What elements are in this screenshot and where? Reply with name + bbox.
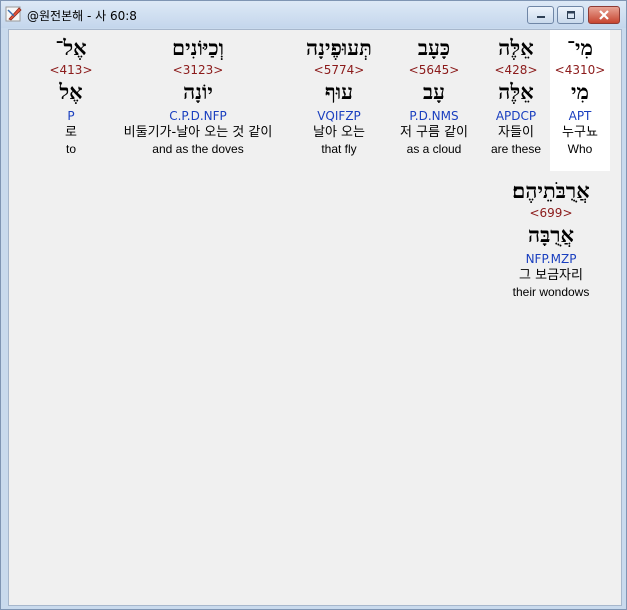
english-gloss: Who — [567, 142, 593, 156]
strong-number[interactable]: <5774> — [289, 62, 389, 78]
grammar-code: APDCP — [495, 109, 537, 123]
strong-number[interactable]: <4310> — [550, 62, 610, 78]
minimize-button[interactable] — [527, 6, 554, 24]
strong-number[interactable]: <3123> — [103, 62, 293, 78]
hebrew-lemma: מִי — [571, 79, 589, 104]
hebrew-lemma: עוּף — [324, 79, 354, 104]
hebrew-word: תְּעוּפֶינָה — [306, 35, 372, 60]
strong-number[interactable]: <428> — [481, 62, 551, 78]
korean-gloss: 비둘기가-날아 오는 것 같이 — [123, 125, 273, 140]
word-column-and-as-the-doves[interactable]: וְכַיּוֹנִים <3123> יוֹנָה C.P.D.NFP 비둘기… — [103, 30, 293, 157]
minimize-icon — [536, 16, 545, 18]
close-icon — [599, 10, 609, 20]
english-gloss: their wondows — [512, 285, 590, 299]
hebrew-lemma: אֵלֶּה — [498, 79, 534, 104]
strong-number[interactable]: <413> — [46, 62, 96, 78]
korean-gloss: 그 보금자리 — [519, 268, 583, 283]
strong-number[interactable]: <5645> — [384, 62, 484, 78]
word-column-their-windows[interactable]: אֲרֻבֹּתֵיהֶם׃ <699> אֲרֻבָּה NFP.MZP 그 … — [496, 173, 606, 300]
hebrew-lemma: אֲרֻבָּה — [528, 222, 574, 247]
hebrew-lemma: עָב — [422, 79, 445, 104]
close-button[interactable] — [588, 6, 620, 24]
interlinear-panel: מִי־ <4310> מִי APT 누구뇨 Who אֵלֶּה <428>… — [8, 29, 622, 606]
maximize-icon — [566, 11, 575, 19]
hebrew-word: אֶל־ — [55, 35, 87, 60]
hebrew-word: כָּעָב — [417, 35, 451, 60]
korean-gloss: 로 — [65, 125, 77, 140]
hebrew-word: אֲרֻבֹּתֵיהֶם׃ — [512, 178, 590, 203]
grammar-code: P — [67, 109, 75, 123]
hebrew-word: מִי־ — [567, 35, 593, 60]
hebrew-word: וְכַיּוֹנִים — [172, 35, 224, 60]
grammar-code: NFP.MZP — [525, 252, 577, 266]
korean-gloss: 저 구름 같이 — [399, 125, 469, 140]
english-gloss: to — [65, 142, 76, 156]
english-gloss: and as the doves — [152, 142, 244, 156]
strong-number[interactable]: <699> — [496, 205, 606, 221]
korean-gloss: 날아 오는 — [313, 125, 365, 140]
english-gloss: are these — [490, 142, 542, 156]
grammar-code: VQIFZP — [317, 109, 361, 123]
hebrew-lemma: אֶל — [59, 79, 83, 104]
window-title: @원전본해 - 사 60:8 — [27, 9, 137, 23]
word-column-are-these[interactable]: אֵלֶּה <428> אֵלֶּה APDCP 자들이 are these — [481, 30, 551, 157]
app-window: @원전본해 - 사 60:8 מִי־ <4310> מִי APT 누구뇨 W… — [0, 0, 627, 610]
hebrew-word: אֵלֶּה — [498, 35, 534, 60]
word-column-to[interactable]: אֶל־ <413> אֶל P 로 to — [46, 30, 96, 157]
hebrew-lemma: יוֹנָה — [183, 79, 213, 104]
grammar-code: C.P.D.NFP — [169, 109, 227, 123]
english-gloss: that fly — [321, 142, 357, 156]
word-column-as-a-cloud[interactable]: כָּעָב <5645> עָב P.D.NMS 저 구름 같이 as a c… — [384, 30, 484, 157]
word-column-that-fly[interactable]: תְּעוּפֶינָה <5774> עוּף VQIFZP 날아 오는 th… — [289, 30, 389, 157]
app-icon — [5, 5, 23, 23]
korean-gloss: 누구뇨 — [562, 125, 598, 140]
title-bar[interactable]: @원전본해 - 사 60:8 — [1, 1, 626, 28]
word-column-who[interactable]: מִי־ <4310> מִי APT 누구뇨 Who — [550, 30, 610, 171]
korean-gloss: 자들이 — [498, 125, 534, 140]
grammar-code: P.D.NMS — [409, 109, 459, 123]
english-gloss: as a cloud — [406, 142, 462, 156]
maximize-button[interactable] — [557, 6, 584, 24]
grammar-code: APT — [568, 109, 592, 123]
